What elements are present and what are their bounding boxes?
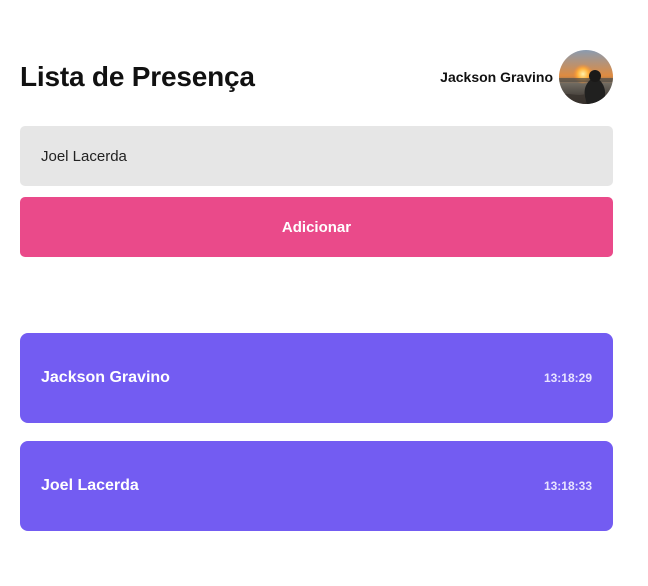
card-time: 13:18:33	[543, 479, 592, 493]
avatar	[559, 50, 613, 104]
page-header: Lista de Presença Jackson Gravino	[20, 48, 613, 106]
attendance-page: Lista de Presença Jackson Gravino Joel L…	[0, 0, 648, 586]
add-button[interactable]: Adicionar	[20, 197, 613, 257]
attendance-list: Jackson Gravino 13:18:29 Joel Lacerda 13…	[20, 333, 613, 549]
attendance-card: Joel Lacerda 13:18:33	[20, 441, 613, 531]
card-name: Jackson Gravino	[41, 369, 170, 386]
card-name: Joel Lacerda	[41, 477, 139, 494]
card-time: 13:18:29	[543, 371, 592, 385]
attendance-card: Jackson Gravino 13:18:29	[20, 333, 613, 423]
page-title: Lista de Presença	[20, 61, 255, 92]
participant-name-input[interactable]	[20, 126, 613, 186]
user-profile: Jackson Gravino	[440, 50, 613, 104]
user-name: Jackson Gravino	[440, 69, 553, 85]
